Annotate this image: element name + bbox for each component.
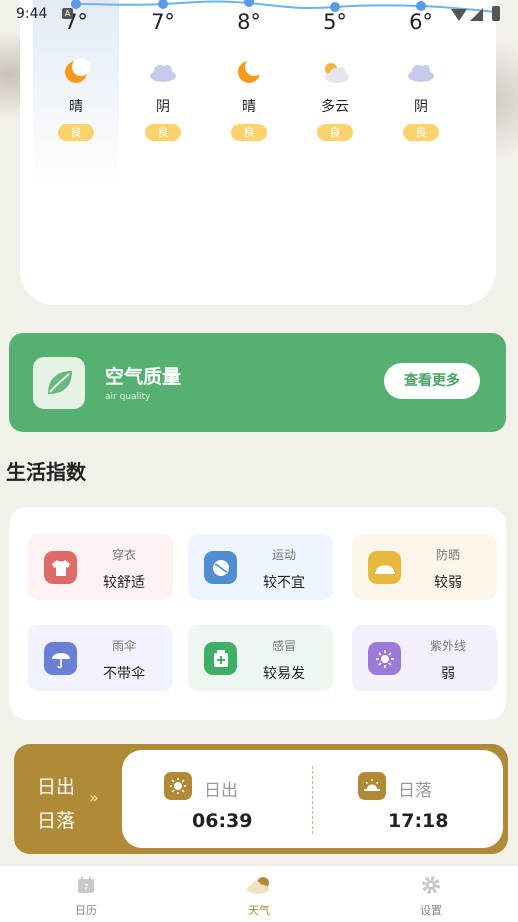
life-index-clothing[interactable]: 穿衣 较舒适 — [28, 534, 173, 600]
air-quality-badge: 良 — [58, 124, 94, 141]
forecast-day[interactable]: 6° 阴 良 — [376, 10, 466, 141]
sunset-time: 17:18 — [388, 810, 449, 832]
partly-cloudy-icon — [290, 52, 380, 92]
life-index-sunscreen[interactable]: 防晒 较弱 — [352, 534, 497, 600]
life-index-label: 紫外线 — [429, 639, 466, 653]
clothing-icon — [44, 551, 77, 584]
life-index-label: 感冒 — [271, 639, 296, 653]
life-index-umbrella[interactable]: 雨伞 不带伞 — [28, 625, 173, 691]
sunrise-icon — [164, 772, 192, 800]
life-index-value: 较不宜 — [263, 575, 305, 591]
life-index-uv[interactable]: 紫外线 弱 — [352, 625, 497, 691]
sunrise-sunset-card: 日出 日落 » 日出 06:39 日落 17:18 — [14, 744, 508, 854]
calendar-icon: 7 — [46, 874, 126, 896]
life-index-value: 较易发 — [263, 666, 305, 682]
day-weather: 晴 — [69, 99, 83, 115]
sunrise-sunset-heading: 日出 日落 — [37, 770, 75, 838]
bottom-tab-bar: 7 日历 天气 设置 — [0, 865, 518, 922]
tab-calendar[interactable]: 7 日历 — [46, 874, 126, 918]
day-weather: 多云 — [321, 99, 349, 115]
wifi-icon — [451, 9, 467, 21]
uv-icon — [368, 642, 401, 675]
life-index-card: 穿衣 较舒适 运动 较不宜 防晒 较弱 雨伞 不带伞 感冒 较易发 紫外线 弱 — [9, 507, 506, 720]
life-index-label: 穿衣 — [111, 548, 136, 562]
battery-icon — [492, 6, 500, 21]
status-bar: 9:44 A — [0, 0, 518, 28]
weather-icon — [219, 874, 299, 896]
gear-icon — [391, 874, 471, 896]
day-weather: 阴 — [414, 99, 428, 115]
life-index-value: 不带伞 — [103, 666, 145, 682]
moon-icon — [31, 52, 121, 92]
life-index-label: 雨伞 — [111, 639, 136, 653]
life-index-label: 运动 — [271, 548, 296, 562]
view-more-button[interactable]: 查看更多 — [384, 363, 480, 399]
heading-line-1: 日出 — [37, 776, 76, 798]
cloud-icon — [376, 52, 466, 92]
divider — [312, 766, 313, 834]
life-index-cold[interactable]: 感冒 较易发 — [188, 625, 333, 691]
sport-icon — [204, 551, 237, 584]
life-index-label: 防晒 — [435, 548, 460, 562]
air-quality-title: 空气质量 — [105, 366, 182, 388]
air-quality-badge: 良 — [403, 124, 439, 141]
life-index-value: 弱 — [441, 666, 455, 682]
tab-label: 日历 — [75, 904, 97, 917]
moon-icon — [204, 52, 294, 92]
heading-line-2: 日落 — [37, 810, 76, 832]
air-quality-subtitle: air quality — [105, 392, 151, 402]
day-weather: 阴 — [156, 99, 170, 115]
signal-icon — [470, 8, 483, 21]
notification-icon: A — [62, 8, 73, 19]
forecast-card[interactable]: 7° 晴 良 7° 阴 良 8° 晴 良 5° 多云 良 6° 阴 良 — [20, 0, 496, 305]
leaf-icon — [33, 357, 85, 409]
sun-times-panel: 日出 06:39 日落 17:18 — [122, 750, 503, 848]
tab-weather[interactable]: 天气 — [219, 874, 299, 918]
life-index-sport[interactable]: 运动 较不宜 — [188, 534, 333, 600]
forecast-day[interactable]: 7° 阴 良 — [118, 10, 208, 141]
sunset-label: 日落 — [398, 781, 432, 801]
life-index-value: 较舒适 — [103, 575, 145, 591]
forecast-day[interactable]: 7° 晴 良 — [31, 10, 121, 141]
air-quality-card[interactable]: 空气质量 air quality 查看更多 — [9, 333, 506, 432]
tab-settings[interactable]: 设置 — [391, 874, 471, 918]
double-chevron-icon: » — [89, 788, 99, 807]
forecast-day[interactable]: 8° 晴 良 — [204, 10, 294, 141]
sunscreen-icon — [368, 551, 401, 584]
air-quality-badge: 良 — [145, 124, 181, 141]
air-quality-badge: 良 — [317, 124, 353, 141]
tab-label: 天气 — [248, 904, 270, 917]
life-index-title: 生活指数 — [6, 460, 86, 484]
forecast-day[interactable]: 5° 多云 良 — [290, 10, 380, 141]
life-index-value: 较弱 — [434, 575, 462, 591]
umbrella-icon — [44, 642, 77, 675]
sunset-icon — [358, 772, 386, 800]
svg-text:7: 7 — [83, 883, 88, 892]
status-time: 9:44 — [16, 6, 48, 22]
cloud-icon — [118, 52, 208, 92]
medicine-icon — [204, 642, 237, 675]
tab-label: 设置 — [420, 904, 442, 917]
sunrise-time: 06:39 — [192, 810, 253, 832]
sunrise-label: 日出 — [204, 781, 238, 801]
day-weather: 晴 — [242, 99, 256, 115]
air-quality-badge: 良 — [231, 124, 267, 141]
